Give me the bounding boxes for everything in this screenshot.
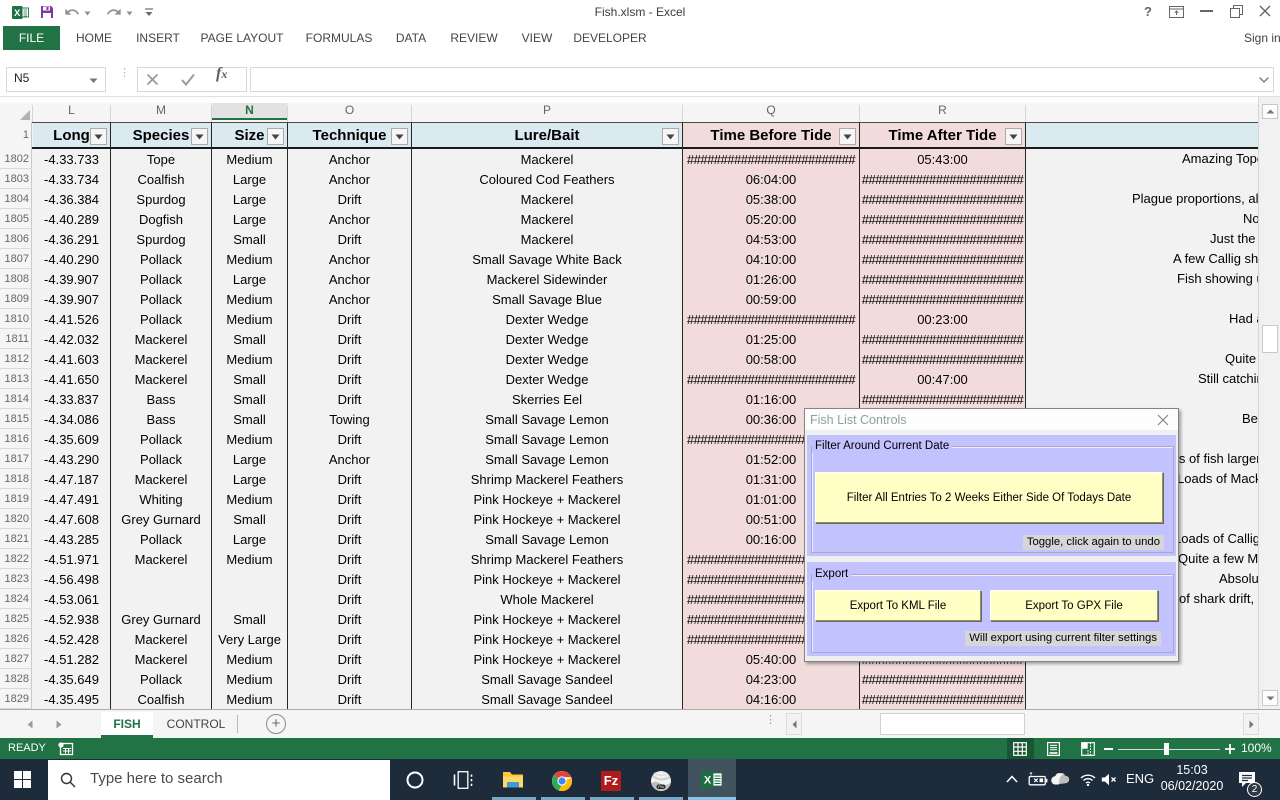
svg-text:X: X bbox=[704, 775, 712, 787]
svg-text:Pro: Pro bbox=[658, 785, 664, 789]
